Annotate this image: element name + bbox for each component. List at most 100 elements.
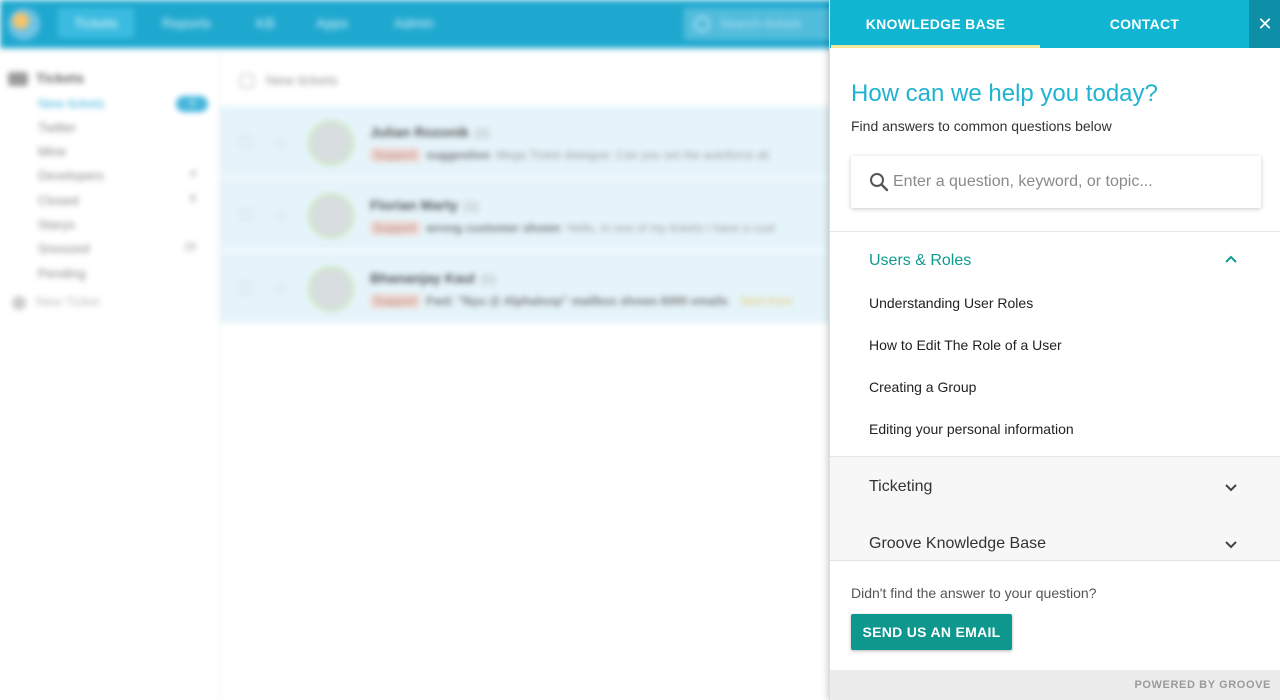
count-badge: 3 xyxy=(176,96,208,112)
inbox-icon xyxy=(8,72,28,87)
section-title[interactable]: Users & Roles xyxy=(869,252,971,270)
close-icon: ✕ xyxy=(1257,14,1273,34)
row-checkbox[interactable] xyxy=(240,136,252,148)
contact-footer: Didn't find the answer to your question?… xyxy=(830,560,1280,670)
ticket-snippet: Support Fwd: "Nyu @ Alphaloop" mailbox sh… xyxy=(370,294,792,308)
ticket-tag: Support xyxy=(370,221,421,235)
ticket-subject: wrong customer shown xyxy=(426,221,561,235)
help-title: How can we help you today? xyxy=(851,80,1158,107)
star-icon[interactable] xyxy=(276,138,286,148)
powered-by-bar: POWERED BY GROOVE xyxy=(830,670,1280,700)
sidebar-item-label: Developers xyxy=(38,168,104,183)
section-title[interactable]: Ticketing xyxy=(869,478,932,496)
star-icon[interactable] xyxy=(276,211,286,221)
background-search-placeholder: Search tickets xyxy=(720,16,802,31)
avatar xyxy=(308,120,354,166)
author-name: Bhananjay Kaul xyxy=(370,270,476,286)
row-checkbox[interactable] xyxy=(240,209,252,221)
tab-knowledge-base[interactable]: KNOWLEDGE BASE xyxy=(831,0,1040,48)
sidebar-item-count: 18 xyxy=(183,241,196,253)
sidebar-item-label: Starys xyxy=(38,217,75,232)
ticket-author: Bhananjay Kaul (1) xyxy=(370,270,496,286)
sidebar-item-count: 8 xyxy=(189,193,196,205)
ticket-sidebar: Tickets New tickets 3 Twitter Mine Develo… xyxy=(0,52,220,700)
nav-reports[interactable]: Reports xyxy=(150,8,223,38)
sidebar-heading: Tickets xyxy=(8,70,84,87)
sidebar-item-pending[interactable]: Pending xyxy=(38,266,208,281)
nav-tickets[interactable]: Tickets xyxy=(58,8,134,38)
ticket-snippet: Support suggestion Mega Ticket dialogue: C… xyxy=(370,148,769,162)
ticket-author: Julian Rozonik (1) xyxy=(370,124,489,140)
sidebar-item-snoozed[interactable]: Snoozed 18 xyxy=(38,241,208,256)
section-title[interactable]: Groove Knowledge Base xyxy=(869,535,1046,553)
kb-section-ticketing[interactable]: Ticketing xyxy=(830,457,1280,514)
article-link[interactable]: Understanding User Roles xyxy=(869,295,1033,311)
footer-question: Didn't find the answer to your question? xyxy=(851,585,1097,601)
chevron-up-icon[interactable] xyxy=(1223,252,1239,268)
ticket-row[interactable]: Bhananjay Kaul (1) Support Fwd: "Nyu @ Alp… xyxy=(220,252,840,324)
app-logo xyxy=(8,8,40,40)
nav-apps[interactable]: Apps xyxy=(304,8,360,38)
article-link[interactable]: Creating a Group xyxy=(869,379,976,395)
search-icon xyxy=(870,173,889,192)
ticket-note: Sent from xyxy=(740,294,793,308)
select-all-checkbox[interactable] xyxy=(240,74,254,89)
background-search[interactable]: Search tickets xyxy=(684,8,844,40)
sidebar-item-mine[interactable]: Mine xyxy=(38,144,208,159)
ticket-subject: Fwd: "Nyu @ Alphaloop" mailbox shows 600… xyxy=(426,294,729,308)
kb-section-users-roles: Users & Roles Understanding User Roles H… xyxy=(830,232,1280,457)
kb-section-groove-knowledge-base[interactable]: Groove Knowledge Base xyxy=(830,514,1280,561)
sidebar-item-starys[interactable]: Starys xyxy=(38,217,208,232)
ticket-preview: Mega Ticket dialogue: Can you set the au… xyxy=(496,148,769,162)
avatar xyxy=(308,193,354,239)
ticket-row[interactable]: Julian Rozonik (1) Support suggestion Mega … xyxy=(220,106,840,178)
article-link[interactable]: How to Edit The Role of a User xyxy=(869,337,1062,353)
ticket-preview: Hello, in one of my tickets I have a cus… xyxy=(566,221,775,235)
tab-contact[interactable]: CONTACT xyxy=(1040,0,1249,48)
sidebar-item-label: Snoozed xyxy=(38,241,90,256)
sidebar-item-developers[interactable]: Developers 4 xyxy=(38,168,208,183)
powered-by-label[interactable]: POWERED BY GROOVE xyxy=(1134,679,1271,691)
sidebar-heading-label: Tickets xyxy=(36,70,84,86)
sidebar-item-label: Pending xyxy=(38,266,86,281)
help-subtitle: Find answers to common questions below xyxy=(851,118,1112,134)
kb-search-input[interactable] xyxy=(893,156,1253,208)
chevron-down-icon[interactable] xyxy=(1223,536,1239,552)
author-name: Julian Rozonik xyxy=(370,124,469,140)
ticket-row[interactable]: Florian Marty (1) Support wrong customer s… xyxy=(220,179,840,251)
ticket-tag: Support xyxy=(370,148,421,162)
help-widget-panel: KNOWLEDGE BASE CONTACT ✕ How can we help… xyxy=(829,0,1280,700)
sidebar-item-twitter[interactable]: Twitter xyxy=(38,120,208,135)
ticket-subject: suggestion xyxy=(426,148,491,162)
ticket-tag: Support xyxy=(370,294,421,308)
row-checkbox[interactable] xyxy=(240,282,252,294)
sidebar-item-label: Closed xyxy=(38,193,79,208)
avatar xyxy=(308,266,354,312)
sidebar-item-count: 4 xyxy=(189,168,196,180)
sidebar-item-closed[interactable]: Closed 8 xyxy=(38,193,208,208)
panel-tabs: KNOWLEDGE BASE CONTACT ✕ xyxy=(830,0,1280,48)
message-count: (1) xyxy=(463,199,479,213)
list-header: New tickets xyxy=(240,72,338,89)
kb-search-box xyxy=(851,156,1261,208)
ticket-author: Florian Marty (1) xyxy=(370,197,479,213)
message-count: (1) xyxy=(481,272,496,286)
nav-kb[interactable]: KB xyxy=(244,8,287,38)
list-title: New tickets xyxy=(266,72,338,88)
nav-admin[interactable]: Admin xyxy=(382,8,446,38)
sidebar-item-new-tickets[interactable]: New tickets 3 xyxy=(38,96,208,112)
star-icon[interactable] xyxy=(276,284,286,294)
plus-icon xyxy=(12,295,26,310)
author-name: Florian Marty xyxy=(370,197,458,213)
new-ticket-link[interactable]: New Ticket xyxy=(12,294,100,310)
kb-sections: Users & Roles Understanding User Roles H… xyxy=(830,231,1280,561)
sidebar-item-label: Twitter xyxy=(38,120,77,135)
sidebar-item-label: Mine xyxy=(38,144,67,159)
article-link[interactable]: Editing your personal information xyxy=(869,421,1074,437)
chevron-down-icon[interactable] xyxy=(1223,479,1239,495)
ticket-snippet: Support wrong customer shown Hello, in one… xyxy=(370,221,775,235)
new-ticket-label: New Ticket xyxy=(36,294,100,309)
close-button[interactable]: ✕ xyxy=(1249,0,1280,48)
send-email-button[interactable]: SEND US AN EMAIL xyxy=(851,614,1012,650)
search-icon xyxy=(694,16,710,32)
